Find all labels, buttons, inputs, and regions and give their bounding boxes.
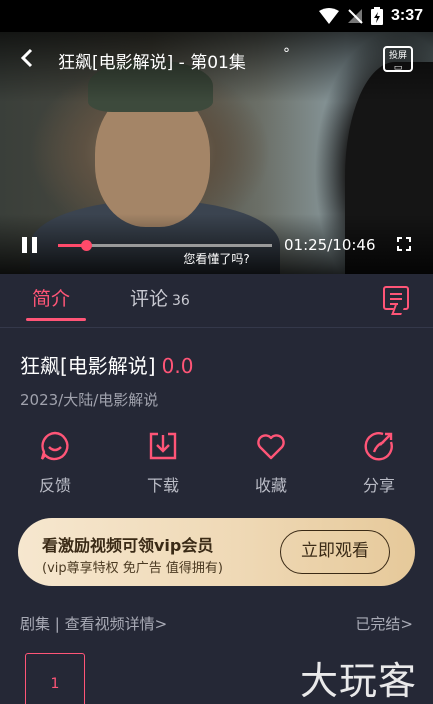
download-label: 下载: [146, 476, 179, 495]
favorite-label: 收藏: [254, 476, 287, 495]
message-icon-line-3: [390, 303, 398, 305]
fullscreen-corner-tr: [406, 237, 411, 242]
tab-comments[interactable]: 评论 36: [130, 284, 190, 311]
vip-title: 看激励视频可领vip会员: [42, 536, 214, 555]
message-icon-line-2: [390, 298, 402, 300]
back-button[interactable]: [20, 48, 42, 72]
share-icon: [364, 432, 393, 461]
cast-button-label: 投屏: [388, 51, 407, 61]
tab-comments-label: 评论: [130, 288, 169, 310]
fullscreen-button[interactable]: [397, 237, 411, 251]
download-button[interactable]: 下载: [123, 430, 203, 496]
heart-icon: [257, 434, 285, 460]
feedback-label: 反馈: [38, 476, 71, 495]
download-icon: [149, 432, 177, 460]
movie-score: 0.0: [161, 354, 194, 378]
episodes-status-link[interactable]: 已完结>: [355, 613, 413, 634]
video-title-dot: °: [283, 46, 290, 62]
episodes-detail-link[interactable]: 剧集 | 查看视频详情>: [20, 613, 167, 634]
watermark: 大玩客: [300, 659, 418, 703]
danmaku-button[interactable]: [383, 286, 409, 310]
video-title: 狂飙[电影解说] - 第01集: [58, 53, 246, 73]
movie-title-text: 狂飙[电影解说]: [20, 354, 156, 378]
action-bar: 反馈 下载 收藏 分享: [0, 430, 433, 500]
no-signal-icon: [347, 9, 363, 24]
chevron-left-icon: [20, 48, 33, 68]
vip-subtitle: (vip尊享特权 免广告 值得拥有): [42, 561, 223, 576]
share-button[interactable]: 分享: [339, 430, 419, 496]
cast-icon: ▭: [393, 63, 403, 73]
status-icons: 3:37: [318, 6, 423, 26]
fullscreen-corner-tl: [397, 237, 402, 242]
battery-charging-icon: [370, 7, 383, 25]
vip-banner[interactable]: 看激励视频可领vip会员 (vip尊享特权 免广告 值得拥有) 立即观看: [18, 518, 415, 586]
wifi-icon: [318, 8, 339, 24]
active-tab-indicator: [26, 318, 86, 321]
video-player[interactable]: 狂飙[电影解说] - 第01集 ° 投屏 ▭ 01:25/10:46 您看懂了吗…: [0, 32, 433, 274]
status-time: 3:37: [390, 7, 423, 24]
movie-meta: 2023/大陆/电影解说: [20, 391, 159, 409]
movie-title: 狂飙[电影解说] 0.0: [20, 350, 193, 379]
watch-now-button[interactable]: 立即观看: [280, 530, 390, 574]
tab-intro[interactable]: 简介: [32, 284, 70, 311]
cast-button[interactable]: 投屏 ▭: [383, 46, 413, 73]
progress-slider[interactable]: [58, 240, 272, 251]
comment-count: 36: [172, 293, 190, 309]
feedback-icon: [40, 431, 69, 461]
episode-item[interactable]: 1: [25, 653, 85, 704]
message-icon-line-1: [390, 293, 402, 295]
status-bar: 3:37: [0, 0, 433, 32]
video-subtitle: 您看懂了吗?: [183, 252, 250, 266]
tab-intro-label: 简介: [32, 288, 71, 310]
share-label: 分享: [362, 476, 395, 495]
favorite-button[interactable]: 收藏: [231, 430, 311, 496]
feedback-button[interactable]: 反馈: [15, 430, 95, 496]
detail-tabs: 简介 评论 36: [0, 274, 433, 328]
